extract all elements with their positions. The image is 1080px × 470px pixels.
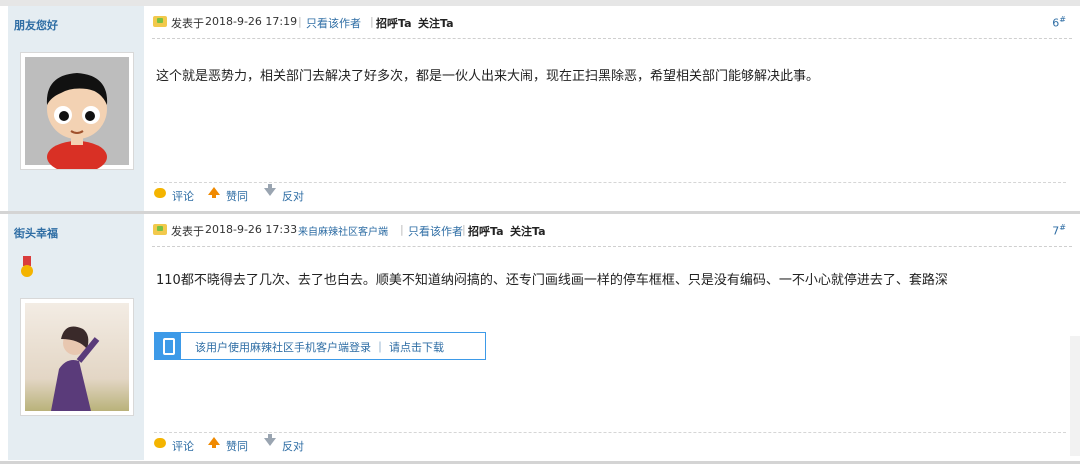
comment-icon[interactable] <box>154 188 166 198</box>
post-actions: 评论 赞同 反对 <box>154 432 1066 455</box>
author-sidebar: 朋友您好 <box>8 6 144 212</box>
divider: | <box>400 223 404 236</box>
post-header: 发表于 2018-9-26 17:19 | 只看该作者 | 招呼Ta 关注Ta … <box>152 12 1072 39</box>
greet-link[interactable]: 招呼Ta <box>376 15 412 31</box>
comment-button[interactable]: 评论 <box>172 188 194 204</box>
oppose-button[interactable]: 反对 <box>282 438 304 454</box>
author-sidebar: 街头幸福 <box>8 214 144 460</box>
floor-number[interactable]: 6# <box>1052 15 1066 30</box>
user-status-icon <box>153 16 167 27</box>
avatar[interactable] <box>20 298 134 416</box>
down-arrow-icon[interactable] <box>264 184 276 196</box>
divider: | <box>462 223 466 236</box>
only-author-link[interactable]: 只看该作者 <box>306 15 361 31</box>
cartoon-boy-avatar-icon <box>25 57 129 173</box>
post-main: 发表于 2018-9-26 17:33 来自麻辣社区客户端 | 只看该作者 | … <box>146 214 1072 460</box>
thumb-up-arrow-icon[interactable] <box>208 437 220 448</box>
post-content: 这个就是恶势力，相关部门去解决了好多次，都是一伙人出来大闹，现在正扫黑除恶，希望… <box>156 69 820 84</box>
thumb-up-arrow-icon[interactable] <box>208 187 220 198</box>
only-author-link[interactable]: 只看该作者 <box>408 223 463 239</box>
post-datetime: 2018-9-26 17:19 <box>205 15 298 28</box>
agree-button[interactable]: 赞同 <box>226 188 248 204</box>
client-source-link[interactable]: 来自麻辣社区客户端 <box>298 223 388 238</box>
post-floor-7: 街头幸福 发表于 2018-9-26 17:33 来自麻辣社区客户端 | 只看该… <box>0 214 1080 460</box>
oppose-button[interactable]: 反对 <box>282 188 304 204</box>
user-status-icon <box>153 224 167 235</box>
down-arrow-icon[interactable] <box>264 434 276 446</box>
phone-icon <box>155 333 181 359</box>
rank-medal-icon <box>20 256 34 280</box>
photo-girl-avatar-icon <box>25 303 129 411</box>
agree-button[interactable]: 赞同 <box>226 438 248 454</box>
comment-button[interactable]: 评论 <box>172 438 194 454</box>
post-main: 发表于 2018-9-26 17:19 | 只看该作者 | 招呼Ta 关注Ta … <box>146 6 1072 212</box>
scrollbar[interactable] <box>1070 336 1080 456</box>
posted-label: 发表于 <box>171 17 204 30</box>
avatar[interactable] <box>20 52 134 173</box>
post-floor-6: 朋友您好 发表于 2018-9-26 17:19 | 只看该作者 | 招呼Ta … <box>0 6 1080 212</box>
app-banner-text[interactable]: 该用户使用麻辣社区手机客户端登录 ｜ 请点击下载 <box>195 339 444 355</box>
floor-number[interactable]: 7# <box>1052 223 1066 238</box>
post-separator <box>0 461 1080 464</box>
follow-link[interactable]: 关注Ta <box>510 223 546 239</box>
post-datetime: 2018-9-26 17:33 <box>205 223 298 236</box>
post-header: 发表于 2018-9-26 17:33 来自麻辣社区客户端 | 只看该作者 | … <box>152 220 1072 247</box>
follow-link[interactable]: 关注Ta <box>418 15 454 31</box>
divider: | <box>370 15 374 28</box>
author-name[interactable]: 街头幸福 <box>14 225 58 241</box>
author-name[interactable]: 朋友您好 <box>14 17 58 33</box>
divider: | <box>298 15 302 28</box>
post-actions: 评论 赞同 反对 <box>154 182 1066 205</box>
greet-link[interactable]: 招呼Ta <box>468 223 504 239</box>
posted-label: 发表于 <box>171 225 204 238</box>
comment-icon[interactable] <box>154 438 166 448</box>
app-download-banner[interactable]: 该用户使用麻辣社区手机客户端登录 ｜ 请点击下载 <box>154 332 486 360</box>
post-content: 110都不晓得去了几次、去了也白去。顺美不知道纳闷搞的、还专门画线画一样的停车框… <box>156 273 948 288</box>
